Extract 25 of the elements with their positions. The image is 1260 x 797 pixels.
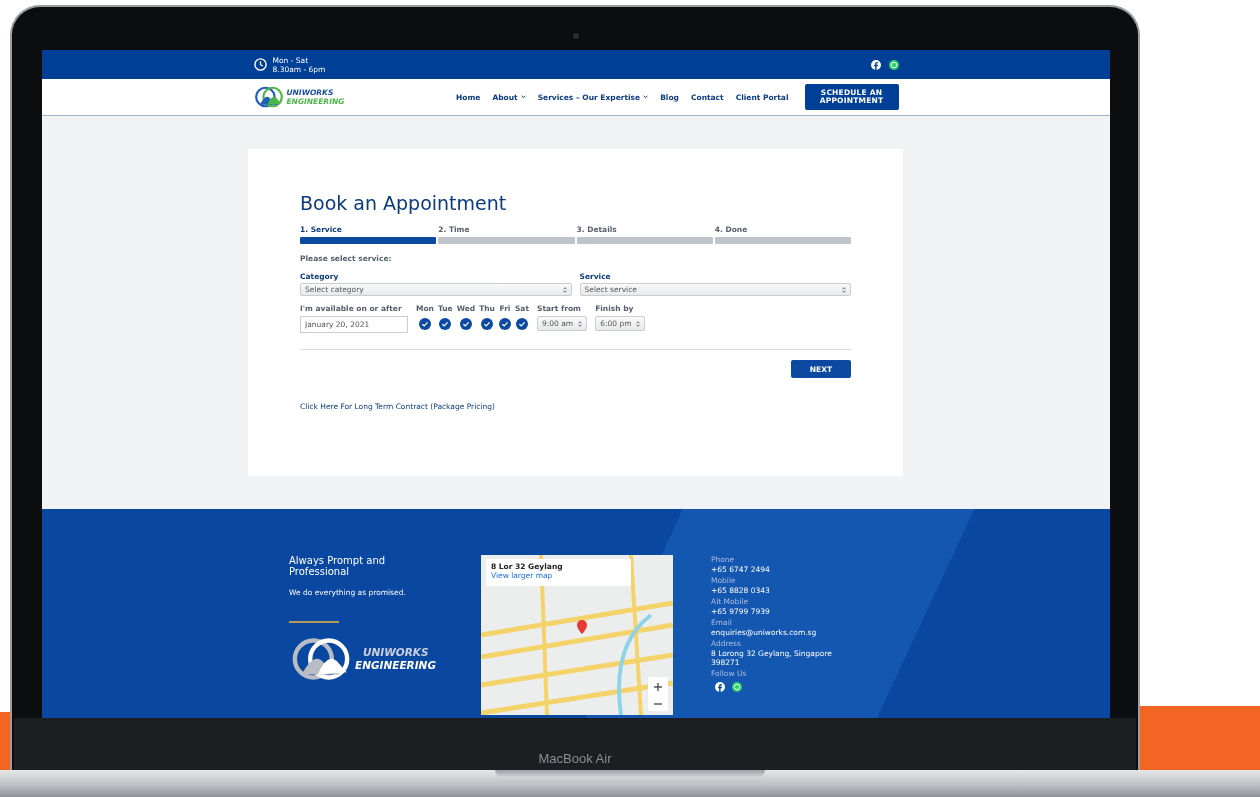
checked-icon[interactable] [459,318,472,330]
whatsapp-icon[interactable] [732,682,742,692]
clock-icon [253,58,267,71]
checked-icon[interactable] [439,318,452,330]
facebook-icon[interactable] [870,59,881,70]
map-pin-icon [577,620,587,634]
facebook-icon[interactable] [715,682,725,692]
model-label: MacBook Air [538,751,612,766]
logo-text-bottom: ENGINEERING [355,659,437,672]
accent-line [289,621,339,623]
logo-text-top: UNIWORKS [362,646,430,659]
updown-icon [562,286,567,293]
camera-dot [573,33,579,39]
checked-icon[interactable] [498,318,511,330]
logo-mark-icon [253,86,284,108]
zoom-in-icon[interactable] [654,683,662,691]
checked-icon[interactable] [481,318,494,330]
footer-heading: Always Prompt and Professional [289,555,387,577]
checked-icon[interactable] [419,318,431,330]
page-title: Book an Appointment [300,191,508,215]
updown-icon [636,320,641,327]
checked-icon[interactable] [516,318,528,330]
whatsapp-icon[interactable] [888,59,899,70]
updown-icon [578,320,583,327]
updown-icon [842,286,846,293]
